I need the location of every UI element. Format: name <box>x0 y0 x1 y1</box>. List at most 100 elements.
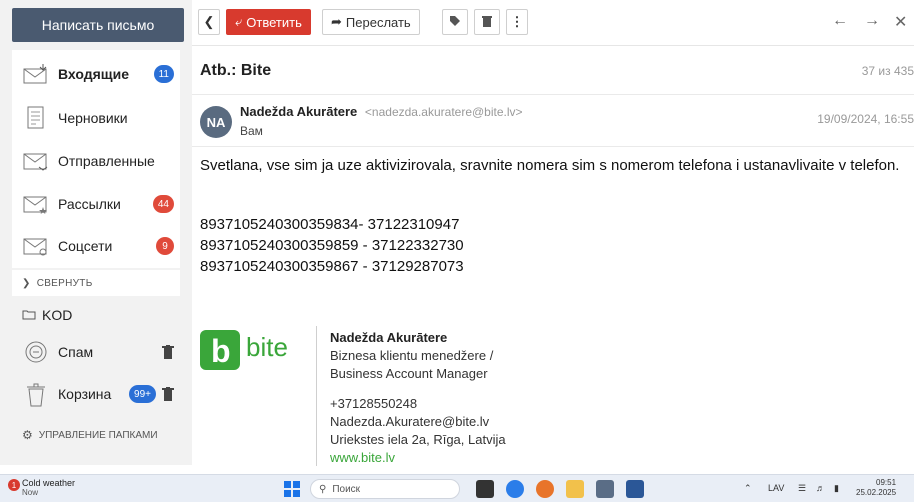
taskbar: 1 Cold weather Now ⚲ Поиск ⌃ LAV ☰ ♬ ▮ 0… <box>0 474 914 502</box>
folder-label: Входящие <box>58 66 129 82</box>
divider <box>192 94 914 95</box>
sender-avatar: NA <box>200 106 232 138</box>
message-date: 19/09/2024, 16:55 <box>817 112 914 126</box>
signature-name: Nadežda Akurātere <box>330 330 448 345</box>
weather-title: Cold weather <box>22 478 76 488</box>
social-icon <box>22 234 50 258</box>
weather-badge: 1 <box>8 479 20 491</box>
search-icon: ⚲ <box>319 483 327 495</box>
trash-icon <box>482 15 492 30</box>
signature-title-en: Business Account Manager <box>330 366 488 381</box>
sim-line: 8937105240300359834- 37122310947 <box>200 216 460 233</box>
next-message-icon[interactable]: → <box>864 12 880 30</box>
clock-time: 09:51 <box>876 478 897 487</box>
manage-label: УПРАВЛЕНИЕ ПАПКАМИ <box>38 429 158 441</box>
clock-date: 25.02.2025 <box>856 488 897 497</box>
search-placeholder: Поиск <box>332 483 361 495</box>
unread-badge: 9 <box>156 237 174 255</box>
manage-folders-link[interactable]: ⚙ УПРАВЛЕНИЕ ПАПКАМИ <box>12 422 180 448</box>
signature-title-lv: Biznesa klientu menedžere / <box>330 348 494 363</box>
sim-line: 8937105240300359859 - 37122332730 <box>200 237 464 254</box>
recipient: Вам <box>240 124 263 138</box>
folder-label: Корзина <box>58 386 112 402</box>
weather-widget[interactable]: Cold weather Now <box>22 478 75 497</box>
message-subject: Atb.: Bite <box>200 62 272 79</box>
task-view-icon[interactable] <box>476 480 494 498</box>
forward-button[interactable]: ➦ Переслать <box>322 9 420 35</box>
sim-line: 8937105240300359867 - 37129287073 <box>200 258 464 275</box>
unread-badge: 11 <box>153 65 174 83</box>
weather-sub: Now <box>22 488 39 497</box>
folder-label: Черновики <box>58 110 128 126</box>
battery-icon[interactable]: ▮ <box>834 483 839 494</box>
sender-name: Nadežda Akurātere <box>240 104 358 119</box>
taskbar-search[interactable]: ⚲ Поиск <box>310 479 460 499</box>
message-body: Svetlana, vse sim ja uze aktivizirovala,… <box>200 157 900 174</box>
weather-app-icon[interactable] <box>506 480 524 498</box>
file-explorer-icon[interactable] <box>566 480 584 498</box>
folder-label: Спам <box>58 344 94 360</box>
trash-icon[interactable] <box>162 387 174 401</box>
sidebar-item-trash[interactable]: Корзина 99+ <box>12 374 180 414</box>
newsletters-icon <box>22 192 50 216</box>
compose-button[interactable]: Написать письмо <box>12 8 184 42</box>
reply-label: Ответить <box>246 14 302 30</box>
firefox-icon[interactable] <box>536 480 554 498</box>
sender-line[interactable]: Nadežda Akurātere <nadezda.akuratere@bit… <box>240 104 523 119</box>
collapse-label: СВЕРНУТЬ <box>36 277 93 289</box>
signature-phone: +37128550248 <box>330 396 418 411</box>
sidebar-item-sent[interactable]: Отправленные <box>12 141 180 181</box>
mail-app: Написать письмо Входящие 11 Черновики От… <box>0 0 914 502</box>
reply-button[interactable]: ⤶ Ответить <box>226 9 311 35</box>
label-button[interactable] <box>442 9 468 35</box>
signature-website[interactable]: www.bite.lv <box>330 450 395 465</box>
windows-start-icon[interactable] <box>284 481 300 497</box>
tag-icon <box>449 15 461 30</box>
inbox-icon <box>22 62 50 86</box>
trash-can-icon <box>22 382 50 407</box>
forward-label: Переслать <box>345 14 411 30</box>
more-button[interactable]: ⋮ <box>506 9 528 35</box>
svg-text:b: b <box>211 333 231 369</box>
spam-icon <box>22 340 50 364</box>
signature-divider <box>316 326 317 466</box>
delete-button[interactable] <box>474 9 500 35</box>
collapse-toggle[interactable]: ❯ СВЕРНУТЬ <box>12 270 180 296</box>
close-icon[interactable]: ✕ <box>894 12 907 32</box>
sidebar-item-inbox[interactable]: Входящие 11 <box>12 54 180 94</box>
forward-icon: ➦ <box>331 14 342 29</box>
folder-label: KOD <box>42 307 73 323</box>
folder-label: Соцсети <box>58 238 113 254</box>
divider <box>192 146 914 147</box>
input-language[interactable]: LAV <box>768 483 784 493</box>
folder-icon <box>22 307 36 323</box>
folder-label: Рассылки <box>58 196 121 212</box>
folder-label: Отправленные <box>58 153 155 169</box>
gear-icon: ⚙ <box>22 428 33 442</box>
chevron-down-icon: ❯ <box>22 277 31 289</box>
unread-badge: 44 <box>152 195 174 213</box>
message-toolbar: ❮ ⤶ Ответить ➦ Переслать ⋮ ← → ✕ <box>192 0 914 46</box>
tray-overflow-icon[interactable]: ⌃ <box>744 483 752 494</box>
clock[interactable]: 09:51 25.02.2025 <box>856 478 896 498</box>
sidebar-item-newsletters[interactable]: Рассылки 44 <box>12 184 180 224</box>
back-button[interactable]: ❮ <box>198 9 220 35</box>
sent-icon <box>22 149 50 173</box>
trash-icon[interactable] <box>162 345 174 359</box>
message-counter: 37 из 435 <box>861 64 914 78</box>
sender-email: <nadezda.akuratere@bite.lv> <box>364 105 523 119</box>
sidebar-item-spam[interactable]: Спам <box>12 332 180 372</box>
sidebar-item-drafts[interactable]: Черновики <box>12 98 180 138</box>
sidebar-item-social[interactable]: Соцсети 9 <box>12 226 180 266</box>
previous-message-icon[interactable]: ← <box>832 12 848 30</box>
calculator-icon[interactable] <box>596 480 614 498</box>
wifi-icon[interactable]: ☰ <box>798 483 806 494</box>
sidebar-item-kod[interactable]: KOD <box>12 298 180 332</box>
signature-email[interactable]: Nadezda.Akuratere@bite.lv <box>330 414 489 429</box>
drafts-icon <box>22 106 50 130</box>
sidebar: Написать письмо Входящие 11 Черновики От… <box>0 0 192 465</box>
volume-icon[interactable]: ♬ <box>816 483 825 493</box>
unread-badge: 99+ <box>129 385 156 403</box>
word-icon[interactable] <box>626 480 644 498</box>
chevron-left-icon: ❮ <box>203 14 215 29</box>
